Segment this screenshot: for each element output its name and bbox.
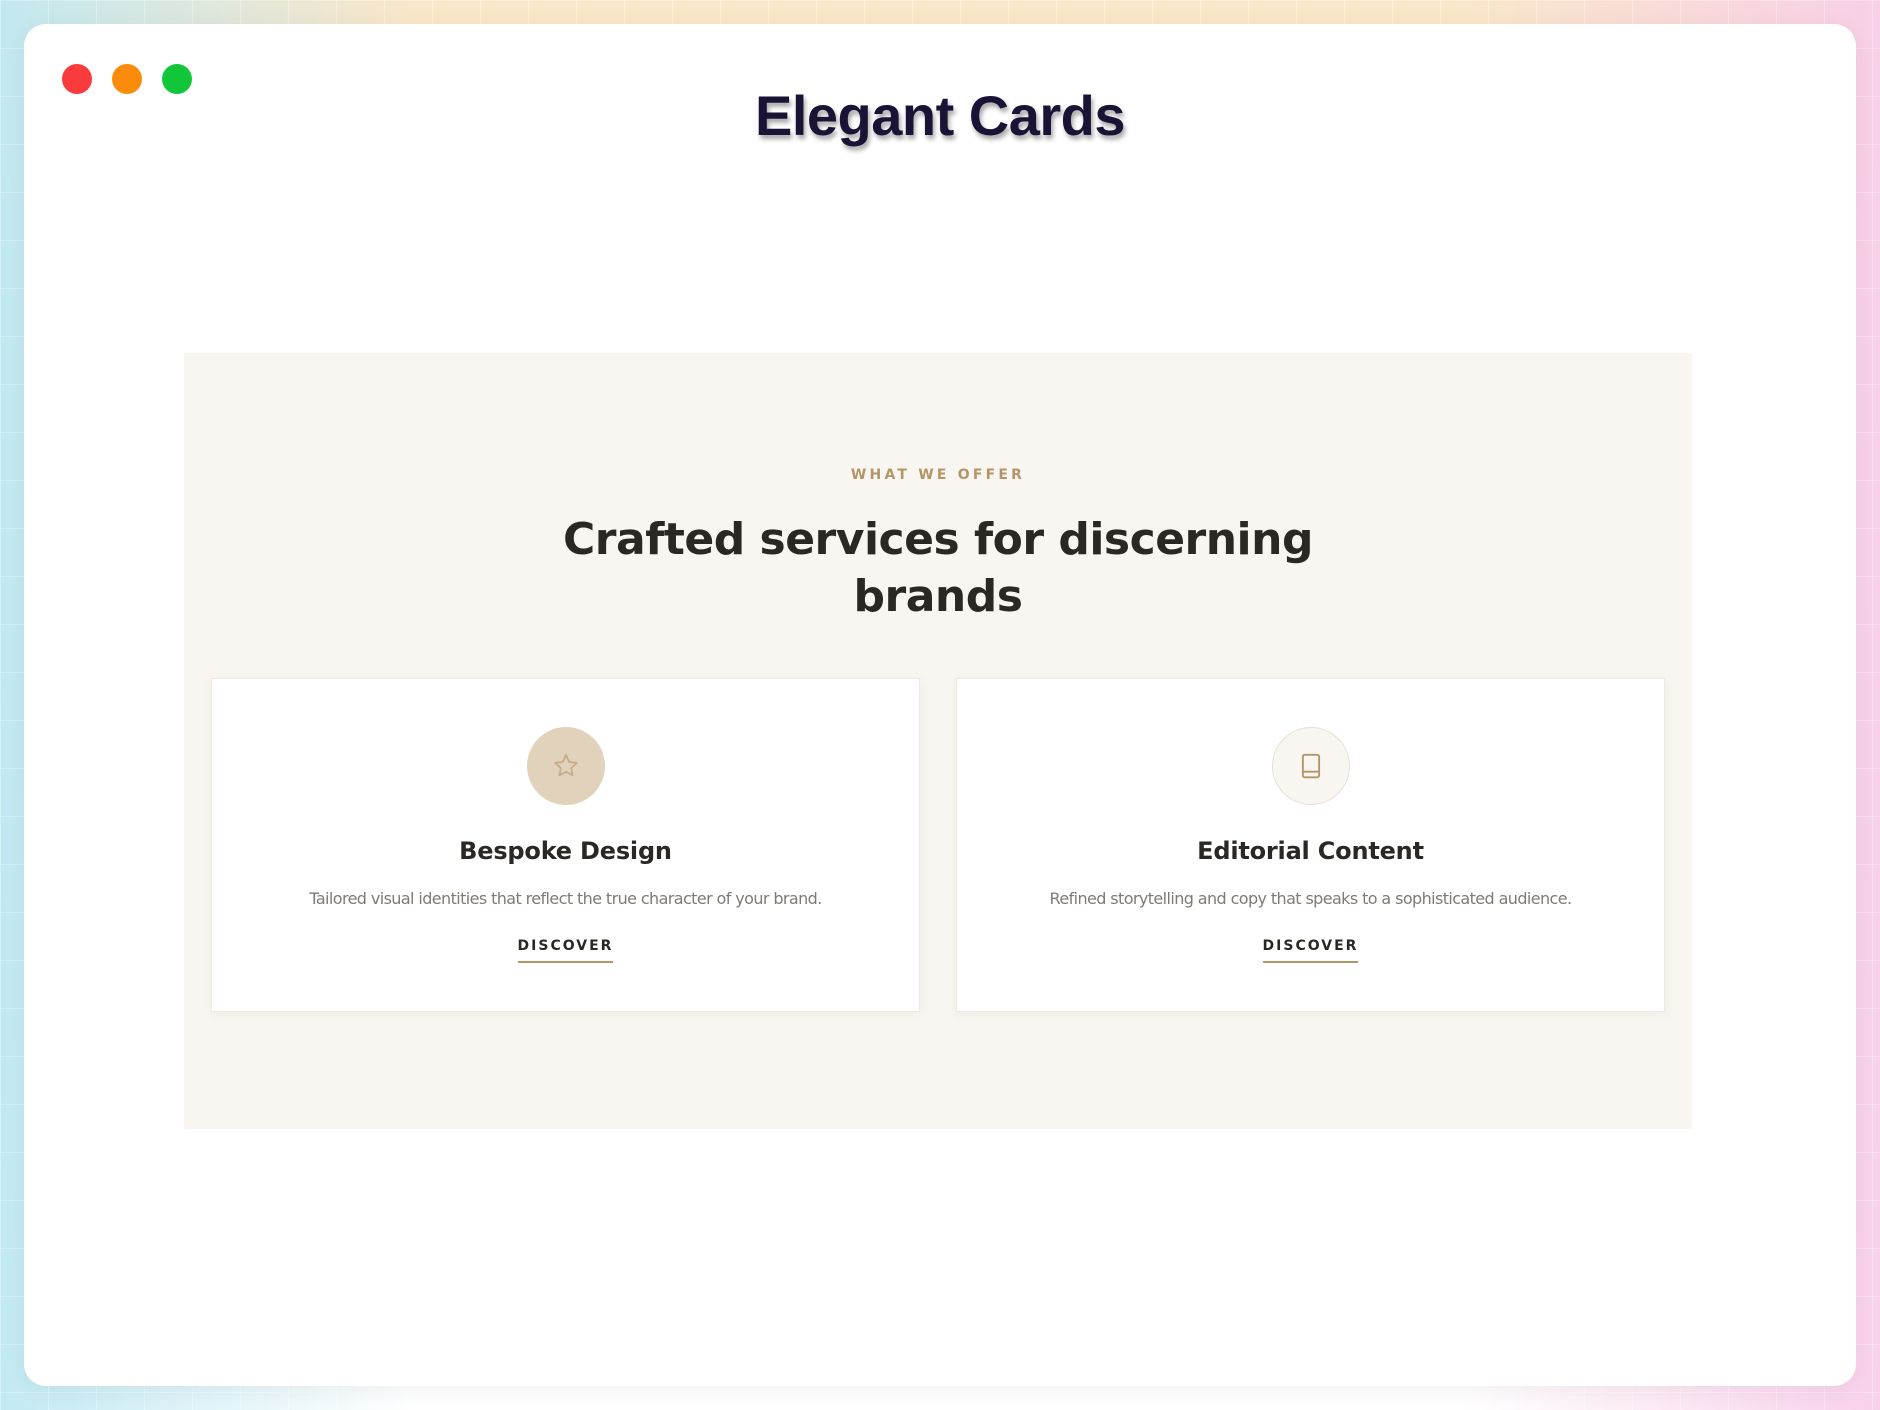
section-heading-line-2: brands [853,571,1023,622]
app-window: Elegant Cards WHAT WE OFFER Crafted serv… [24,24,1856,1386]
book-icon [1296,751,1326,781]
card-title: Bespoke Design [459,837,672,865]
card-description: Tailored visual identities that reflect … [309,889,822,908]
service-cards: Bespoke Design Tailored visual identitie… [211,678,1665,1012]
section-eyebrow: WHAT WE OFFER [850,467,1026,483]
section-heading-line-1: Crafted services for discerning [563,514,1313,565]
star-icon [551,751,581,781]
card-description: Refined storytelling and copy that speak… [1049,889,1573,908]
window-title: Elegant Cards [754,84,1126,147]
service-card-bespoke-design: Bespoke Design Tailored visual identitie… [211,678,920,1012]
card-icon-circle [1271,727,1350,805]
service-card-editorial-content: Editorial Content Refined storytelling a… [956,678,1665,1012]
section-heading: Crafted services for discerning brands [184,511,1692,625]
discover-link[interactable]: DISCOVER [1262,938,1359,963]
services-section: WHAT WE OFFER Crafted services for disce… [184,353,1692,1129]
card-icon-circle [526,727,605,805]
card-title: Editorial Content [1197,837,1424,865]
discover-link[interactable]: DISCOVER [517,938,614,963]
